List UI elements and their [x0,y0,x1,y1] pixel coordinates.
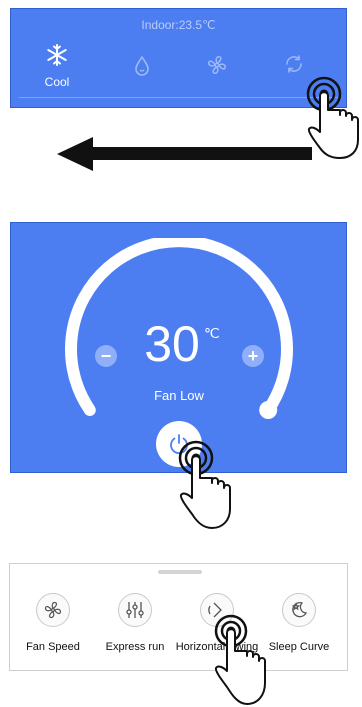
tap-gesture-hand-icon [214,614,266,705]
decrease-temperature-button[interactable]: − [95,345,117,367]
sleep-curve-icon [291,602,308,618]
express-run-button[interactable] [118,593,152,627]
fan-speed-button[interactable] [36,593,70,627]
fan-speed-icon [44,601,62,619]
fan-speed-label: Fan Speed [26,641,80,653]
function-panel: Fan Speed Express run Horizontal Swing S… [9,563,348,671]
increase-temperature-button[interactable]: + [242,345,264,367]
express-run-label: Express run [105,641,165,653]
snowflake-icon [47,44,67,66]
water-drop-icon[interactable] [132,55,152,77]
temperature-value: 30 [144,316,200,372]
swipe-arrow-shaft [88,147,312,160]
tap-gesture-hand-icon [178,440,231,529]
sleep-curve-button[interactable] [282,593,316,627]
sliders-icon [126,602,144,618]
indoor-temperature: Indoor:23.5℃ [141,18,216,32]
mode-panel-divider [19,97,338,98]
fan-mode-label: Fan Low [154,388,204,403]
fan-icon[interactable] [206,54,228,76]
mode-selector-panel: Indoor:23.5℃ Cool [10,8,347,108]
drag-handle[interactable] [158,570,202,574]
temperature-unit: ℃ [204,325,220,341]
mode-cool-label: Cool [44,75,70,89]
swipe-left-arrow-icon [57,137,93,171]
dial-handle[interactable] [259,401,278,419]
